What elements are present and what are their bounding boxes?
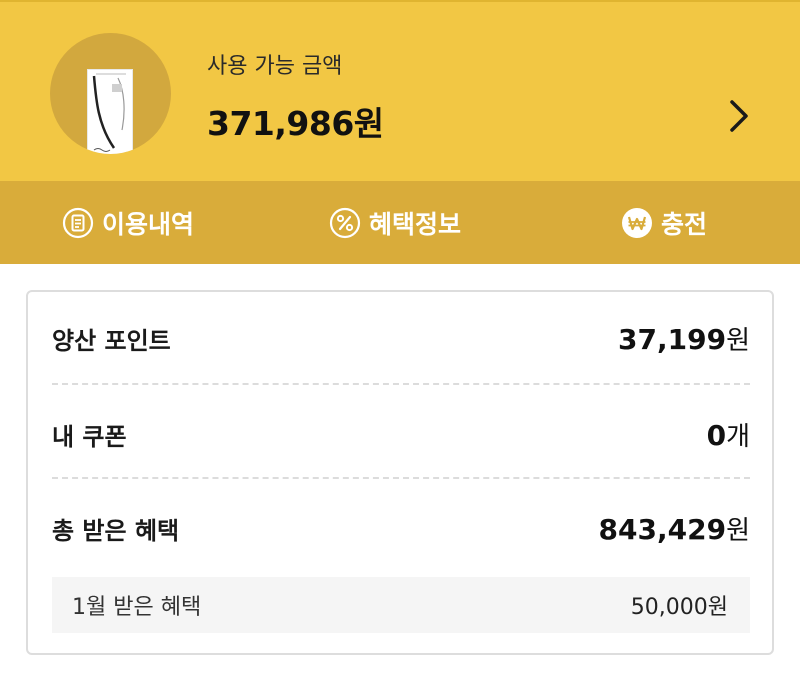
won-icon xyxy=(621,207,653,239)
balance-header[interactable]: 사용 가능 금액 371,986원 xyxy=(0,0,800,181)
points-row[interactable]: 양산 포인트 37,199원 xyxy=(52,292,750,384)
charge-label: 충전 xyxy=(661,209,708,239)
benefit-info-label: 혜택정보 xyxy=(369,209,462,239)
action-bar: 이용내역 혜택정보 충전 xyxy=(0,181,800,264)
percent-icon xyxy=(329,207,361,239)
card-thumbnail xyxy=(50,33,171,154)
divider xyxy=(52,477,750,479)
monthly-benefit-row: 1월 받은 혜택 50,000원 xyxy=(52,577,750,633)
receipt-icon xyxy=(62,207,94,239)
total-benefits-value: 843,429원 xyxy=(598,512,750,546)
total-benefits-row: 총 받은 혜택 843,429원 xyxy=(52,482,750,574)
coupons-label: 내 쿠폰 xyxy=(52,422,127,451)
coupons-row[interactable]: 내 쿠폰 0개 xyxy=(52,388,750,480)
usage-history-button[interactable]: 이용내역 xyxy=(62,181,194,264)
card-image xyxy=(87,69,133,154)
points-value: 37,199원 xyxy=(618,322,750,356)
usage-history-label: 이용내역 xyxy=(102,209,195,239)
coupons-value: 0개 xyxy=(706,418,750,452)
balance-label: 사용 가능 금액 xyxy=(207,54,343,79)
charge-button[interactable]: 충전 xyxy=(621,181,707,264)
monthly-benefit-value: 50,000원 xyxy=(630,595,728,620)
benefit-info-button[interactable]: 혜택정보 xyxy=(329,181,461,264)
balance-amount: 371,986원 xyxy=(207,104,384,143)
benefit-summary-card: 양산 포인트 37,199원 내 쿠폰 0개 총 받은 혜택 843,429원 … xyxy=(26,290,774,655)
points-label: 양산 포인트 xyxy=(52,326,171,355)
divider xyxy=(52,383,750,385)
monthly-benefit-label: 1월 받은 혜택 xyxy=(72,595,202,620)
wallet-screen: 사용 가능 금액 371,986원 이용내역 혜택정보 충전 양산 포인트 37… xyxy=(0,0,800,676)
chevron-right-icon[interactable] xyxy=(722,96,756,136)
total-benefits-label: 총 받은 혜택 xyxy=(52,516,180,545)
